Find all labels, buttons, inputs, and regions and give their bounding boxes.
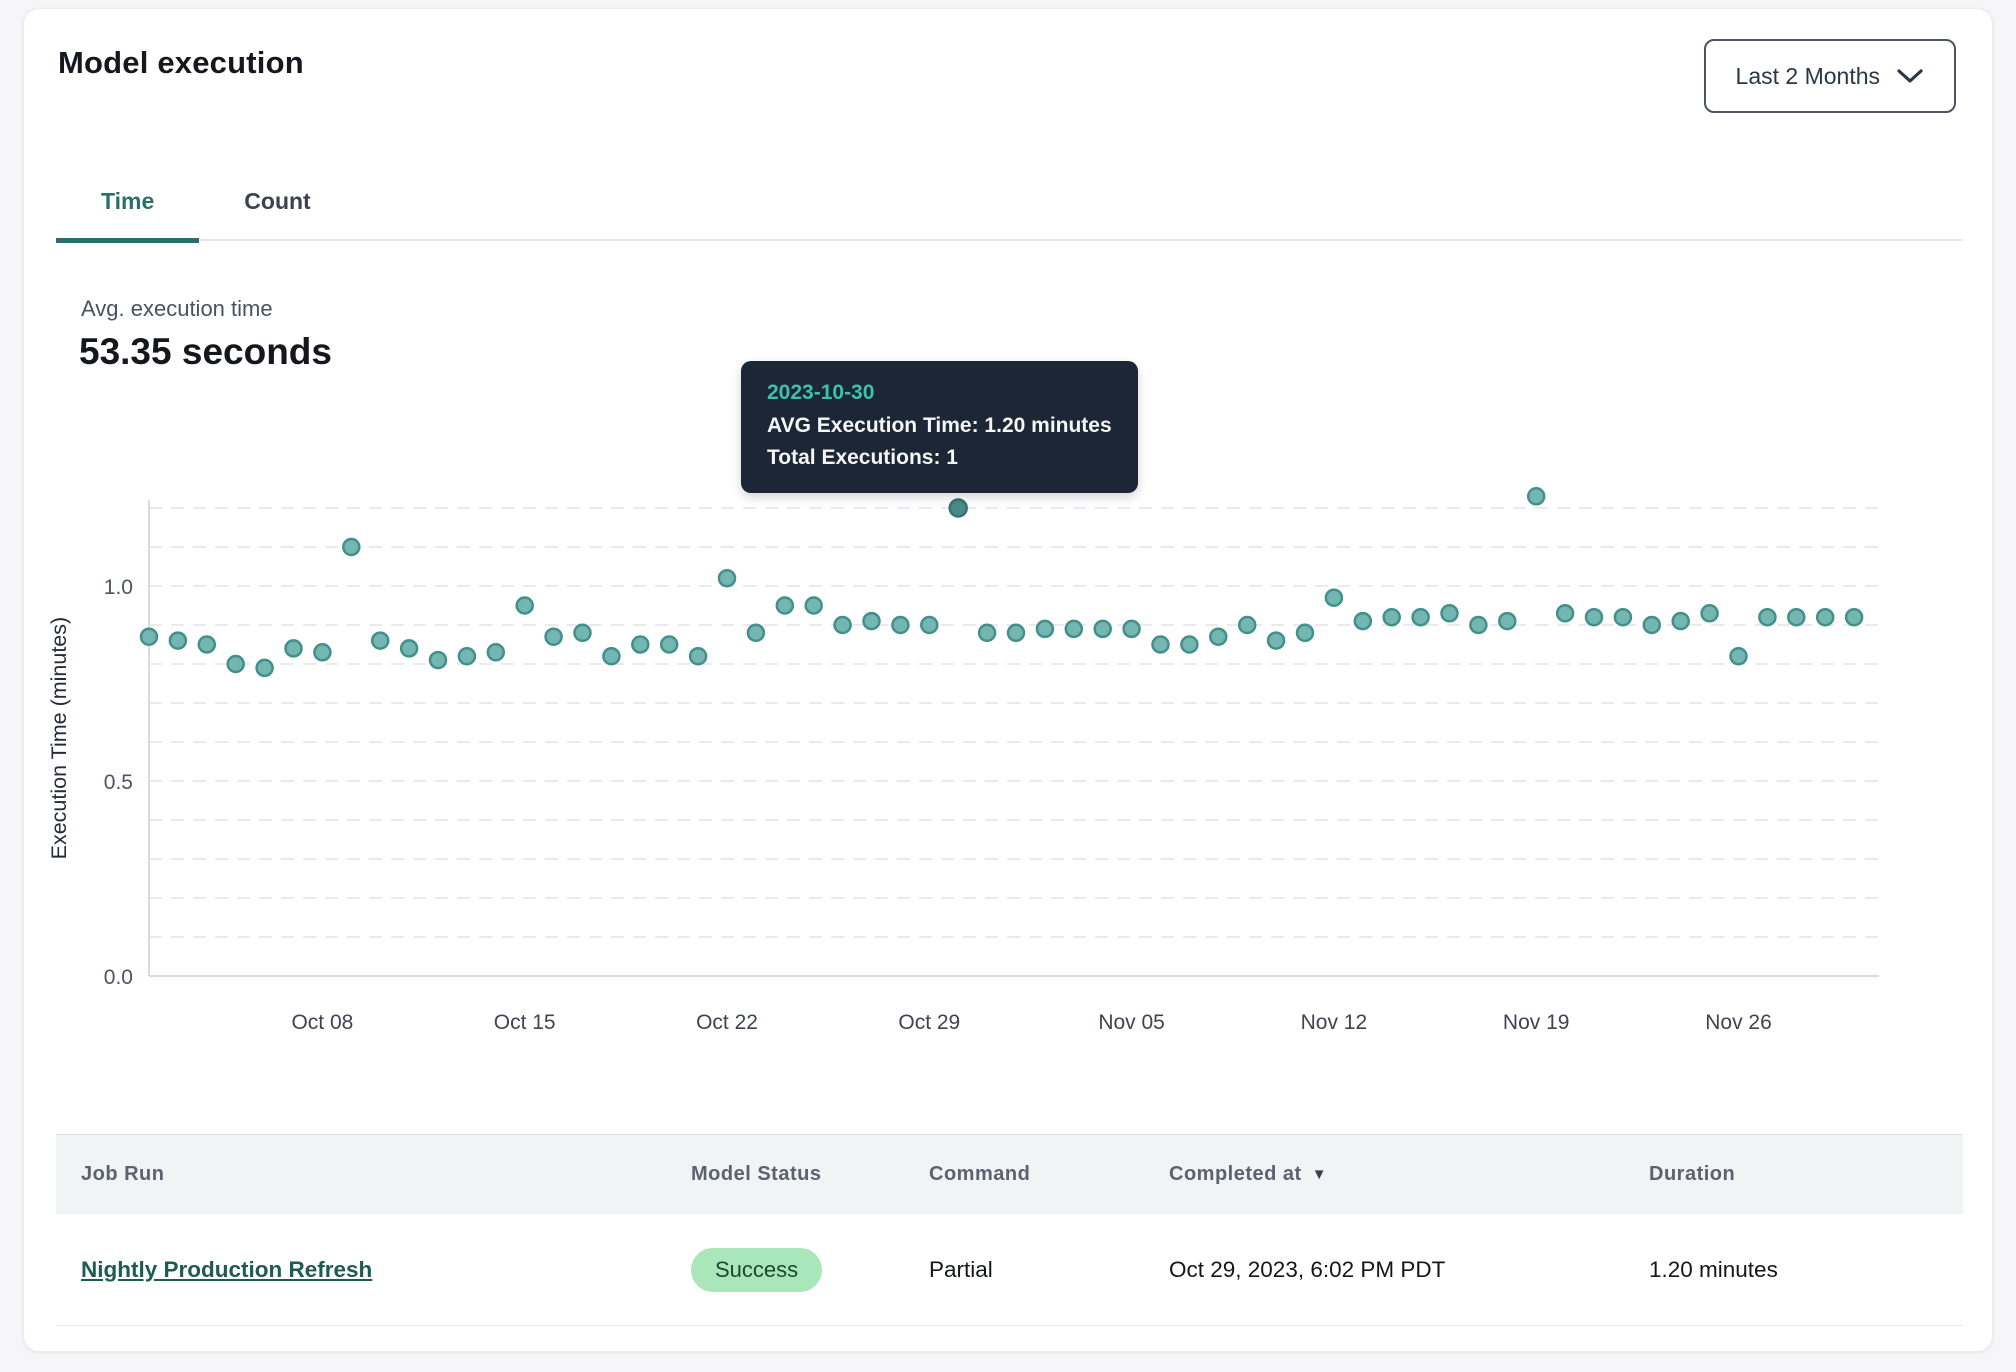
svg-text:Oct 22: Oct 22 (696, 1011, 758, 1034)
column-header-job-run[interactable]: Job Run (81, 1163, 691, 1186)
column-header-duration[interactable]: Duration (1649, 1163, 1938, 1186)
model-execution-card: Model execution Last 2 Months Time Count… (23, 8, 1993, 1352)
job-run-link[interactable]: Nightly Production Refresh (81, 1257, 372, 1282)
sort-desc-icon[interactable]: ▼ (1312, 1166, 1327, 1183)
tooltip-total-executions: Total Executions: 1 (767, 442, 1112, 475)
svg-text:Nov 05: Nov 05 (1098, 1011, 1165, 1034)
svg-text:Nov 12: Nov 12 (1301, 1011, 1368, 1034)
table-header-row: Job Run Model Status Command Completed a… (56, 1134, 1963, 1214)
tooltip-avg-time: AVG Execution Time: 1.20 minutes (767, 410, 1112, 443)
svg-text:Nov 26: Nov 26 (1705, 1011, 1772, 1034)
chart-tooltip: 2023-10-30 AVG Execution Time: 1.20 minu… (741, 361, 1138, 493)
command-cell: Partial (929, 1257, 1169, 1283)
table-row: Nightly Production Refresh Success Parti… (56, 1214, 1963, 1326)
svg-text:Oct 08: Oct 08 (291, 1011, 353, 1034)
column-header-completed-at[interactable]: Completed at ▼ (1169, 1163, 1649, 1186)
svg-text:Oct 29: Oct 29 (898, 1011, 960, 1034)
svg-text:Oct 15: Oct 15 (494, 1011, 556, 1034)
svg-text:1.0: 1.0 (104, 576, 133, 599)
svg-text:0.5: 0.5 (104, 771, 133, 794)
execution-time-chart[interactable]: 0.0 0.5 1.0 Oct 08 Oct 15 Oct 22 Oct 29 Nov 05 N… (24, 9, 1994, 1109)
svg-text:Nov 19: Nov 19 (1503, 1011, 1570, 1034)
completed-at-cell: Oct 29, 2023, 6:02 PM PDT (1169, 1257, 1649, 1283)
svg-text:0.0: 0.0 (104, 966, 133, 989)
column-header-model-status[interactable]: Model Status (691, 1163, 929, 1186)
duration-cell: 1.20 minutes (1649, 1257, 1938, 1283)
status-badge: Success (691, 1248, 822, 1292)
column-header-command[interactable]: Command (929, 1163, 1169, 1186)
svg-text:Execution Time (minutes): Execution Time (minutes) (47, 617, 71, 860)
tooltip-date: 2023-10-30 (767, 377, 1112, 410)
job-runs-table: Job Run Model Status Command Completed a… (56, 1134, 1963, 1326)
